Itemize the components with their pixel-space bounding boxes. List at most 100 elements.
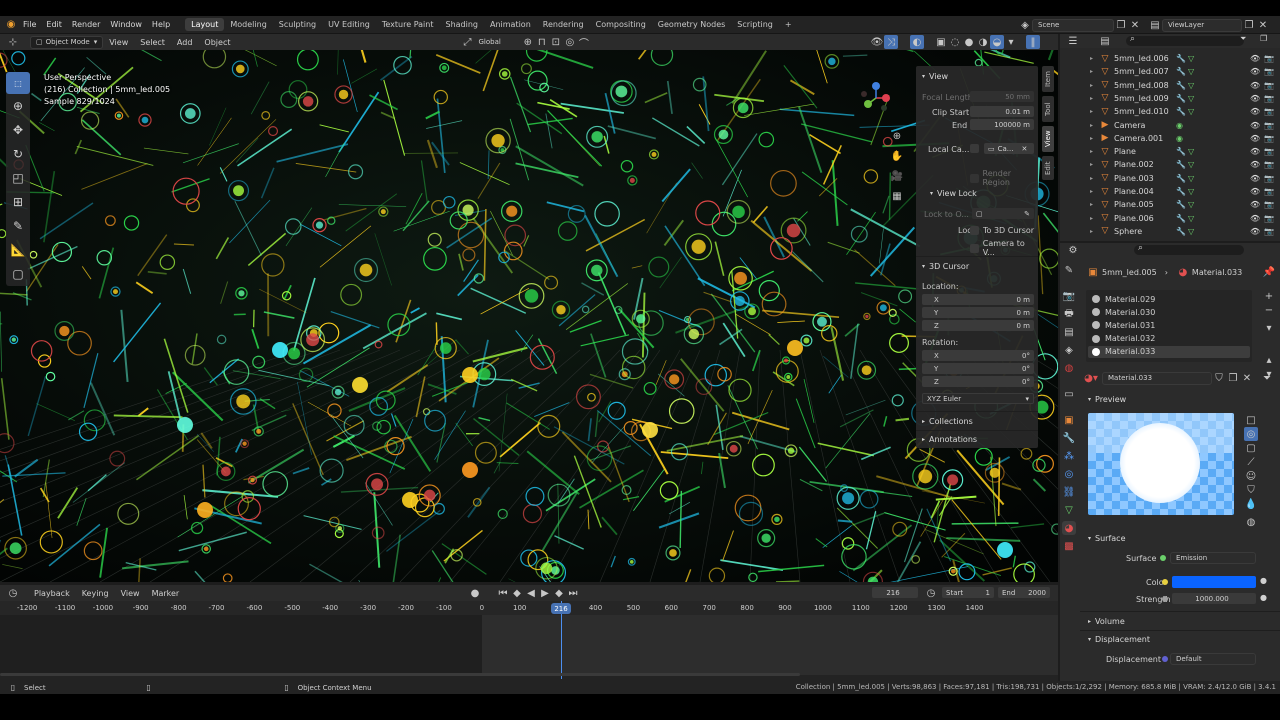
eye-icon[interactable]: 👁: [1250, 94, 1260, 103]
particles-tab-icon[interactable]: ⁂: [1062, 449, 1076, 463]
outliner-row[interactable]: ▸ ▽ Plane.004 🔧 ▽ 👁 📷: [1060, 185, 1280, 198]
camera-to-view-row[interactable]: Camera to V...: [970, 239, 1038, 257]
menu-window[interactable]: Window: [105, 20, 147, 29]
render-region-checkbox[interactable]: [970, 173, 979, 183]
eye-icon[interactable]: 👁: [1250, 54, 1260, 63]
outliner-search-input[interactable]: [1126, 36, 1244, 46]
outliner-row[interactable]: ▸ ▽ Sphere 🔧 ▽ 👁 📷: [1060, 225, 1280, 238]
render-camera-icon[interactable]: 📷: [1264, 214, 1274, 223]
timeline-editor-icon[interactable]: ◷: [6, 586, 20, 600]
surface-shader-field[interactable]: Emission: [1170, 552, 1256, 564]
tab-sculpting[interactable]: Sculpting: [273, 18, 322, 31]
measure-tool-icon[interactable]: 📐: [6, 238, 30, 262]
scale-tool-icon[interactable]: ◰: [6, 166, 30, 190]
menu-render[interactable]: Render: [67, 20, 105, 29]
new-scene-icon[interactable]: ❐: [1114, 18, 1128, 32]
render-tab-icon[interactable]: 📷: [1062, 289, 1076, 303]
tab-shading[interactable]: Shading: [439, 18, 484, 31]
pin-icon[interactable]: 📌: [1262, 265, 1276, 279]
expand-icon[interactable]: ▸: [1090, 175, 1093, 182]
shading-wireframe-icon[interactable]: ◌: [948, 35, 962, 49]
render-camera-icon[interactable]: 📷: [1264, 107, 1274, 116]
shading-material-icon[interactable]: ◑: [976, 35, 990, 49]
cursor-rotation-y-field[interactable]: Y 0°: [922, 363, 1034, 374]
shading-options-icon[interactable]: ▾: [1004, 35, 1018, 49]
expand-icon[interactable]: ▸: [1090, 161, 1093, 168]
preview-fluid-icon[interactable]: 💧: [1244, 497, 1258, 511]
menu-select[interactable]: Select: [134, 38, 171, 47]
camera-view-icon[interactable]: 🎥: [888, 166, 906, 186]
render-camera-icon[interactable]: 📷: [1264, 67, 1274, 76]
view-layer-tab-icon[interactable]: ▤: [1062, 325, 1076, 339]
material-slot[interactable]: Material.032: [1088, 333, 1250, 345]
properties-editor-icon[interactable]: ⚙: [1066, 243, 1080, 257]
add-cube-tool-icon[interactable]: ▢: [6, 262, 30, 286]
menu-view[interactable]: View: [115, 589, 146, 598]
collections-section-header[interactable]: ▸ Collections: [922, 417, 973, 426]
eye-icon[interactable]: 👁: [1250, 134, 1260, 143]
outliner-row[interactable]: ▸ ▽ Plane.006 🔧 ▽ 👁 📷: [1060, 212, 1280, 225]
preview-world-icon[interactable]: ◍: [1244, 515, 1258, 529]
outliner-editor-icon[interactable]: ☰: [1066, 34, 1080, 48]
eye-icon[interactable]: 👁: [1250, 214, 1260, 223]
current-frame-field[interactable]: 216: [872, 587, 918, 598]
mode-selector[interactable]: ▢ Object Mode ▾: [30, 35, 104, 49]
transform-tool-icon[interactable]: ⊞: [6, 190, 30, 214]
add-slot-icon[interactable]: +: [1262, 289, 1276, 303]
outliner-row[interactable]: ▸ ▶ Camera ◉ 👁 📷: [1060, 119, 1280, 132]
lock-to-object-field[interactable]: ▢ ✎: [972, 208, 1034, 219]
material-slot[interactable]: Material.031: [1088, 319, 1250, 331]
scene-tab-icon[interactable]: ◈: [1062, 343, 1076, 357]
rotate-tool-icon[interactable]: ↻: [6, 142, 30, 166]
outliner-row[interactable]: ▸ ▽ 5mm_led.006 🔧 ▽ 👁 📷: [1060, 52, 1280, 65]
surface-section-header[interactable]: ▾ Surface: [1088, 534, 1126, 543]
world-tab-icon[interactable]: ◍: [1062, 361, 1076, 375]
expand-icon[interactable]: ▸: [1090, 68, 1093, 75]
outliner-row[interactable]: ▸ ▽ 5mm_led.007 🔧 ▽ 👁 📷: [1060, 65, 1280, 78]
play-icon[interactable]: ▶: [538, 586, 552, 600]
eye-icon[interactable]: 👁: [1250, 200, 1260, 209]
tab-uv-editing[interactable]: UV Editing: [322, 18, 376, 31]
falloff-icon[interactable]: ⌒: [577, 35, 591, 50]
proportional-edit-icon[interactable]: ◎: [563, 35, 577, 49]
menu-marker[interactable]: Marker: [146, 589, 186, 598]
eye-icon[interactable]: 👁: [1250, 187, 1260, 196]
jump-keyframe-forward-icon[interactable]: ◆: [552, 586, 566, 600]
menu-keying[interactable]: Keying: [76, 589, 115, 598]
expand-icon[interactable]: ▸: [1090, 82, 1093, 89]
render-camera-icon[interactable]: 📷: [1264, 174, 1274, 183]
view-layer-selector[interactable]: ViewLayer: [1162, 18, 1242, 32]
expand-icon[interactable]: ▸: [1090, 188, 1093, 195]
eye-icon[interactable]: 👁: [1250, 81, 1260, 90]
cursor-location-x-field[interactable]: X 0 m: [922, 294, 1034, 305]
volume-section-header[interactable]: ▸ Volume: [1088, 617, 1125, 626]
filter-icon[interactable]: ⏷: [1240, 34, 1246, 44]
timeline-scrollbar[interactable]: [0, 671, 1058, 677]
slot-specials-icon[interactable]: ▾: [1262, 321, 1276, 335]
constraints-tab-icon[interactable]: ⛓: [1062, 485, 1076, 499]
focal-length-field[interactable]: 50 mm: [970, 91, 1034, 102]
tab-item[interactable]: Item: [1042, 66, 1054, 92]
tab-geometry-nodes[interactable]: Geometry Nodes: [652, 18, 731, 31]
displacement-field[interactable]: Default: [1170, 653, 1256, 665]
outliner-row[interactable]: ▸ ▽ Plane.002 🔧 ▽ 👁 📷: [1060, 158, 1280, 171]
menu-view[interactable]: View: [103, 38, 134, 47]
eye-icon[interactable]: 👁: [1250, 121, 1260, 130]
material-slot[interactable]: Material.033: [1088, 345, 1250, 358]
scrollbar-thumb[interactable]: [0, 673, 800, 676]
orientation-selector[interactable]: Global: [478, 38, 500, 46]
pan-hand-icon[interactable]: ✋: [888, 146, 906, 166]
delete-view-layer-icon[interactable]: ✕: [1256, 18, 1270, 32]
rotation-mode-dropdown[interactable]: XYZ Euler ▾: [922, 393, 1034, 404]
collection-tab-icon[interactable]: ▭: [1062, 387, 1076, 401]
lock-to-3d-cursor-checkbox[interactable]: [970, 226, 979, 235]
tab-texture-paint[interactable]: Texture Paint: [376, 18, 440, 31]
jump-start-icon[interactable]: ⏮: [496, 586, 510, 600]
modifier-tab-icon[interactable]: 🔧: [1062, 431, 1076, 445]
annotate-tool-icon[interactable]: ✎: [6, 214, 30, 238]
render-camera-icon[interactable]: 📷: [1264, 227, 1274, 236]
navigation-gizmo[interactable]: [850, 72, 900, 122]
tab-scripting[interactable]: Scripting: [731, 18, 779, 31]
new-view-layer-icon[interactable]: ❐: [1242, 18, 1256, 32]
render-camera-icon[interactable]: 📷: [1264, 134, 1274, 143]
